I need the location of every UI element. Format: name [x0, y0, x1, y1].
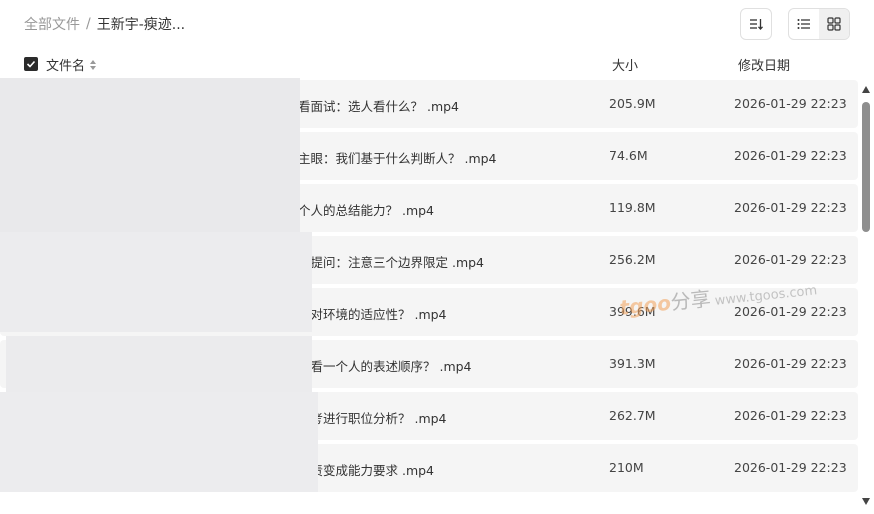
breadcrumb-current: 王新宇-瘐迹... [96, 17, 186, 33]
file-name: 看面试：选人看什么？ .mp4 [298, 99, 460, 114]
file-date: 2026-01-29 22:23 [734, 460, 847, 475]
file-size: 256.2M [609, 252, 656, 267]
list-view-button[interactable] [789, 9, 819, 39]
file-size: 205.9M [609, 96, 656, 111]
file-date: 2026-01-29 22:23 [734, 148, 847, 163]
file-size: 262.7M [609, 408, 656, 423]
file-name: 思考进行职位分析？ .mp4 [298, 411, 447, 426]
file-name: 主眼：我们基于什么判断人？ .mp4 [298, 151, 497, 166]
file-date: 2026-01-29 22:23 [734, 356, 847, 371]
file-size: 119.8M [609, 200, 656, 215]
redaction-overlay [0, 232, 312, 332]
redaction-overlay [0, 392, 318, 492]
file-size: 74.6M [609, 148, 648, 163]
file-name: 计提问：注意三个边界限定 .mp4 [298, 255, 485, 270]
redaction-overlay [0, 78, 300, 238]
scroll-down-arrow-icon[interactable] [862, 498, 870, 505]
sort-descending-icon [750, 19, 763, 30]
file-date: 2026-01-29 22:23 [734, 408, 847, 423]
table-header: 文件名 大小 修改日期 [0, 52, 874, 76]
file-size: 210M [609, 460, 644, 475]
redaction-overlay [6, 336, 312, 394]
breadcrumb-root-link[interactable]: 全部文件 [24, 14, 80, 34]
watermark-logo: tgoo [618, 290, 673, 320]
file-name: 职责变成能力要求 .mp4 [298, 463, 435, 478]
scroll-thumb[interactable] [862, 102, 870, 232]
vertical-scrollbar[interactable] [860, 84, 872, 512]
file-date: 2026-01-29 22:23 [734, 252, 847, 267]
name-column-header[interactable]: 文件名 [46, 55, 97, 74]
watermark-text: 分享 [669, 286, 712, 315]
file-name: 个人的总结能力？ .mp4 [298, 203, 435, 218]
file-name: 么看一个人的表述顺序？ .mp4 [298, 359, 472, 374]
date-column-header[interactable]: 修改日期 [738, 55, 790, 74]
select-all-checkbox[interactable] [24, 57, 38, 71]
file-date: 2026-01-29 22:23 [734, 96, 847, 111]
file-name: 人对环境的适应性？ .mp4 [298, 307, 447, 322]
checkmark-icon [26, 60, 36, 68]
sort-toggle-icon [90, 59, 97, 70]
file-browser: 全部文件 / 王新宇-瘐迹... 文件名 大小 修改日期 看面试：选人看什么？ … [0, 0, 874, 514]
grid-view-button[interactable] [819, 9, 849, 39]
list-view-icon [797, 19, 810, 29]
scroll-up-arrow-icon[interactable] [862, 86, 870, 93]
name-column-label: 文件名 [46, 59, 86, 74]
file-date: 2026-01-29 22:23 [734, 200, 847, 215]
view-toggle-group [788, 8, 850, 40]
breadcrumb-separator: / [86, 16, 91, 32]
size-column-header[interactable]: 大小 [612, 55, 638, 74]
breadcrumb: 全部文件 / 王新宇-瘐迹... [24, 14, 185, 34]
grid-view-icon [827, 17, 841, 31]
file-size: 391.3M [609, 356, 656, 371]
sort-button[interactable] [740, 8, 772, 40]
